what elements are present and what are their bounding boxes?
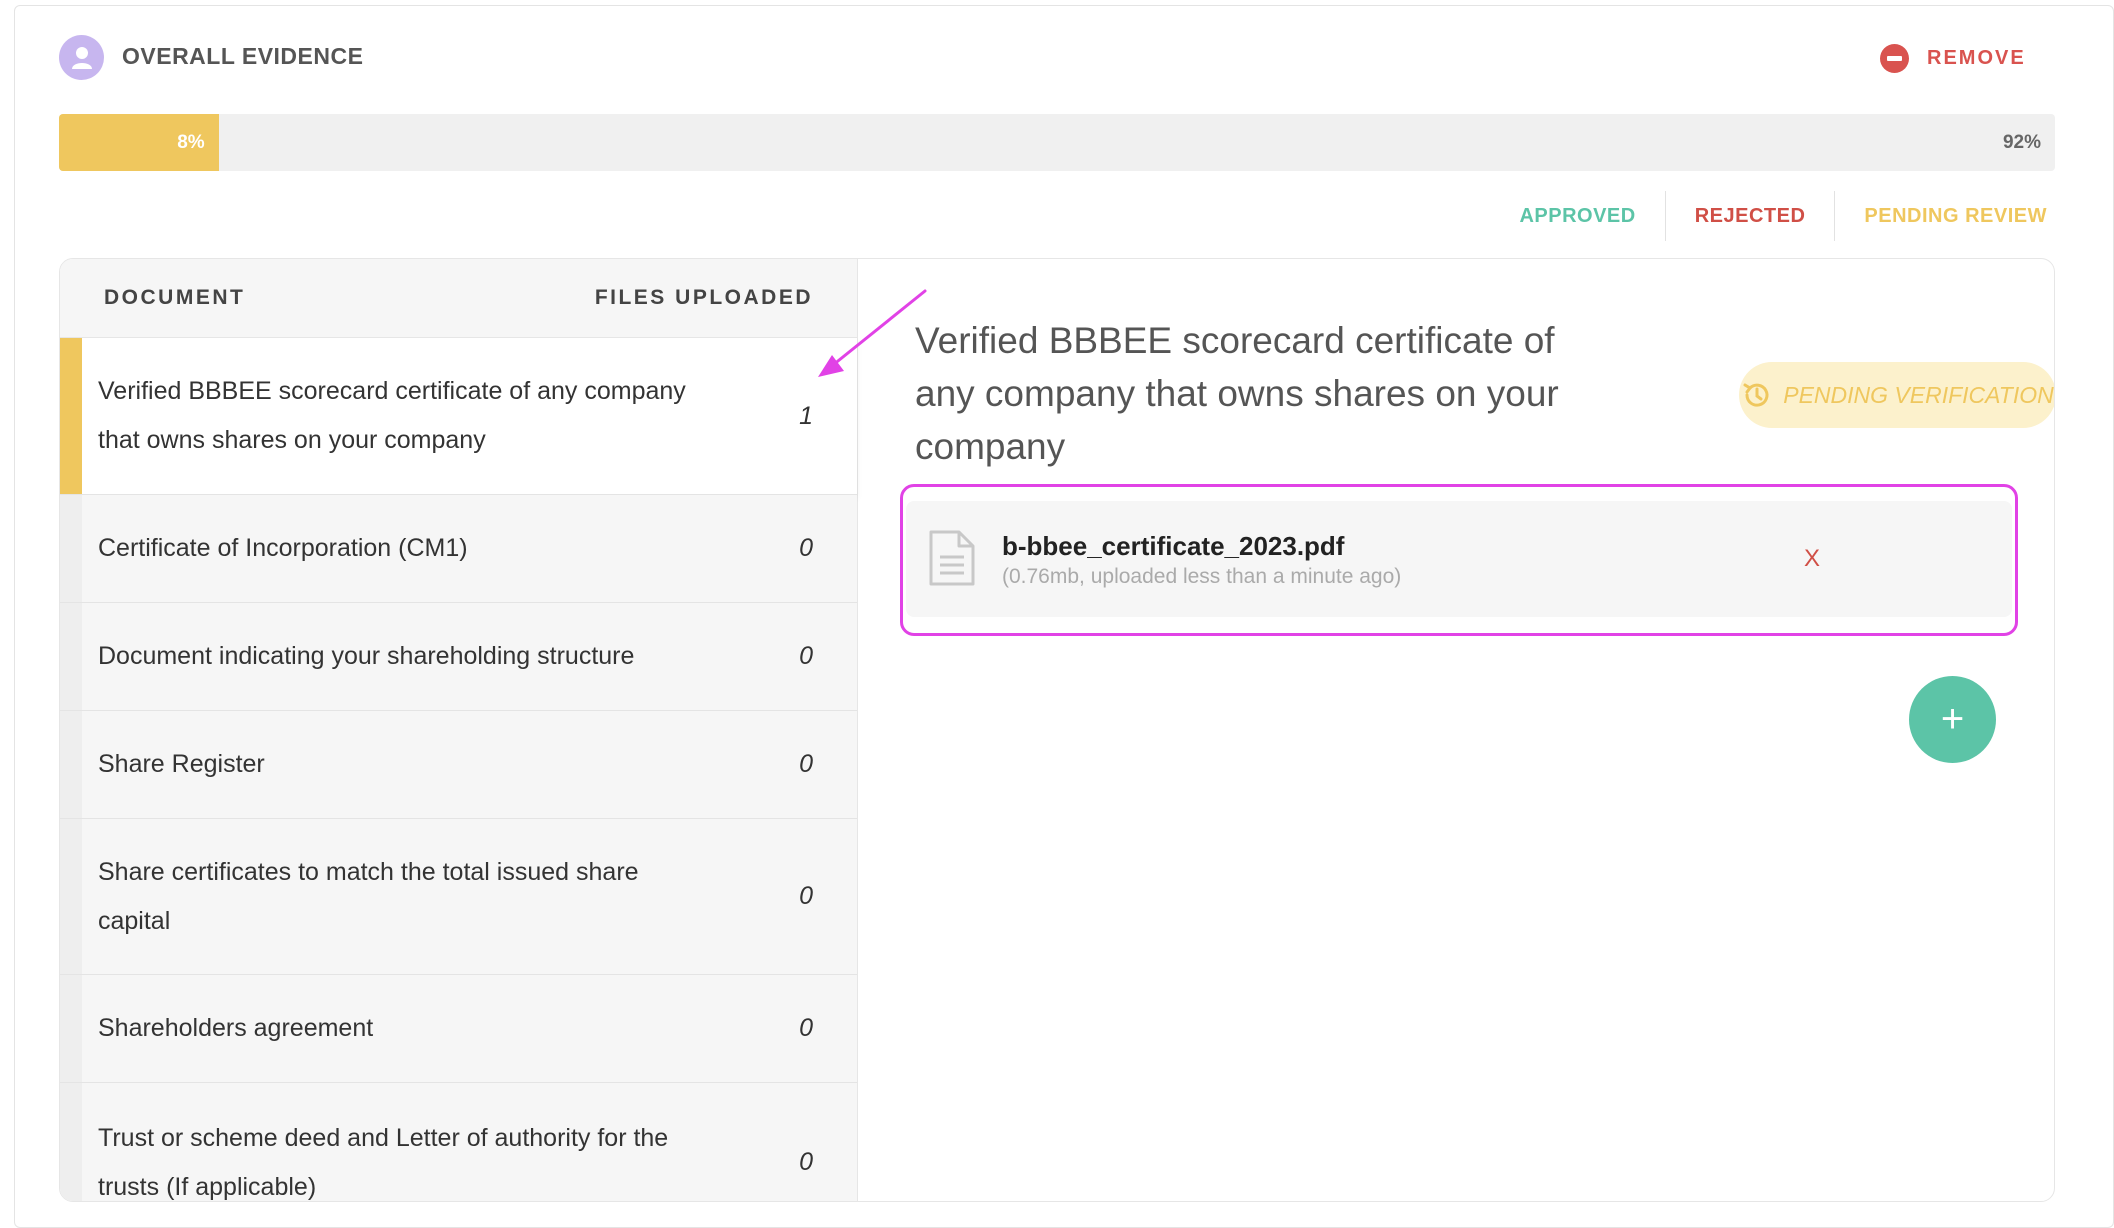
document-name: Share certificates to match the total is… [98,857,639,935]
document-name: Share Register [98,750,265,778]
document-name: Trust or scheme deed and Letter of autho… [98,1123,669,1201]
uploaded-file-card[interactable]: b-bbee_certificate_2023.pdf (0.76mb, upl… [906,501,2012,617]
files-count: 0 [799,750,813,778]
document-list-header: DOCUMENT FILES UPLOADED [60,259,857,338]
status-badge: PENDING VERIFICATION [1739,362,2054,428]
status-badge-label: PENDING VERIFICATION [1783,381,2054,408]
plus-icon: + [1940,697,1965,741]
detail-title: Verified BBBEE scorecard certificate of … [915,320,1559,467]
remove-label: REMOVE [1927,47,2026,69]
document-name: Document indicating your shareholding st… [98,642,635,670]
files-count: 0 [799,534,813,562]
progress-remaining-label: 92% [2002,131,2041,153]
files-count: 0 [799,882,813,910]
status-legend: APPROVED REJECTED PENDING REVIEW [1490,191,2047,241]
legend-approved[interactable]: APPROVED [1490,191,1664,241]
document-row[interactable]: Verified BBBEE scorecard certificate of … [60,338,857,495]
document-row[interactable]: Trust or scheme deed and Letter of autho… [60,1083,857,1201]
file-meta: (0.76mb, uploaded less than a minute ago… [1002,565,1402,588]
document-name: Shareholders agreement [98,1014,374,1042]
document-name: Verified BBBEE scorecard certificate of … [98,377,686,454]
document-name: Certificate of Incorporation (CM1) [98,534,468,562]
legend-pending-review[interactable]: PENDING REVIEW [1834,191,2047,241]
files-count: 0 [799,1014,813,1042]
evidence-panel: DOCUMENT FILES UPLOADED Verified BBBEE s… [59,258,2055,1202]
evidence-progress-bar: 8% 92% [59,114,2055,171]
section-title: OVERALL EVIDENCE [122,43,364,69]
files-count: 0 [799,1148,813,1176]
user-icon [59,35,104,80]
document-row[interactable]: Shareholders agreement 0 [60,975,857,1083]
document-row[interactable]: Share Register 0 [60,711,857,819]
legend-rejected[interactable]: REJECTED [1664,191,1835,241]
file-name[interactable]: b-bbee_certificate_2023.pdf [1002,531,1344,562]
document-list: DOCUMENT FILES UPLOADED Verified BBBEE s… [60,259,858,1201]
document-detail: Verified BBBEE scorecard certificate of … [858,259,2054,1201]
column-document: DOCUMENT [104,286,246,309]
files-count: 1 [799,401,813,430]
document-row[interactable]: Certificate of Incorporation (CM1) 0 [60,495,857,603]
document-row[interactable]: Document indicating your shareholding st… [60,603,857,711]
column-files-uploaded: FILES UPLOADED [594,286,813,309]
remove-button[interactable]: REMOVE [1880,44,2026,73]
history-icon [1743,383,1769,407]
files-count: 0 [799,642,813,670]
document-row[interactable]: Share certificates to match the total is… [60,819,857,975]
add-file-button[interactable]: + [1909,676,1996,763]
delete-file-button[interactable]: X [1804,545,1820,573]
remove-circle-icon [1880,44,1909,73]
document-icon [929,530,975,586]
annotation-arrow [818,289,927,377]
progress-fill-label: 8% [177,131,205,153]
progress-fill: 8% [59,114,219,171]
